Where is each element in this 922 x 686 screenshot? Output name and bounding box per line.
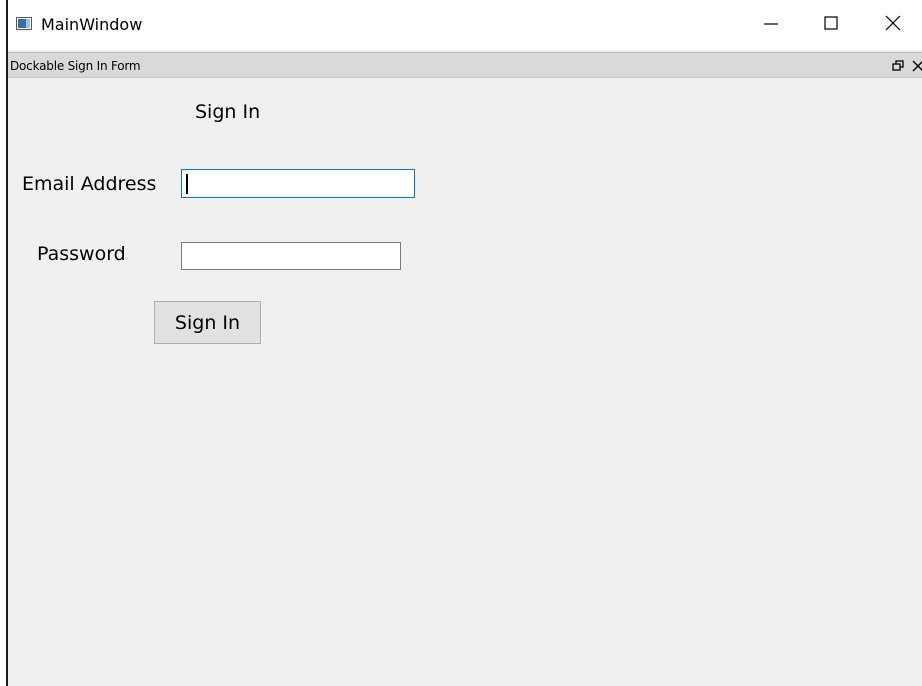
window-title: MainWindow	[41, 15, 143, 34]
close-icon	[885, 15, 901, 36]
email-field[interactable]	[181, 169, 415, 198]
text-caret	[186, 174, 188, 194]
main-window: MainWindow Dockable Sign In Form Sign In…	[6, 0, 922, 686]
dock-widget-title: Dockable Sign In Form	[10, 59, 141, 73]
app-icon	[16, 17, 32, 30]
dock-widget-titlebar[interactable]: Dockable Sign In Form	[8, 52, 922, 78]
sign-in-button[interactable]: Sign In	[154, 301, 261, 344]
minimize-icon	[764, 16, 778, 35]
minimize-button[interactable]	[748, 0, 794, 50]
password-label: Password	[37, 243, 126, 265]
close-button[interactable]	[870, 0, 916, 50]
float-icon[interactable]	[892, 59, 904, 71]
password-field[interactable]	[181, 242, 401, 270]
email-label: Email Address	[22, 173, 157, 195]
maximize-button[interactable]	[808, 0, 854, 50]
dock-close-icon[interactable]	[912, 59, 922, 72]
form-heading: Sign In	[195, 101, 261, 123]
window-titlebar[interactable]: MainWindow	[8, 0, 922, 50]
maximize-icon	[824, 15, 838, 35]
